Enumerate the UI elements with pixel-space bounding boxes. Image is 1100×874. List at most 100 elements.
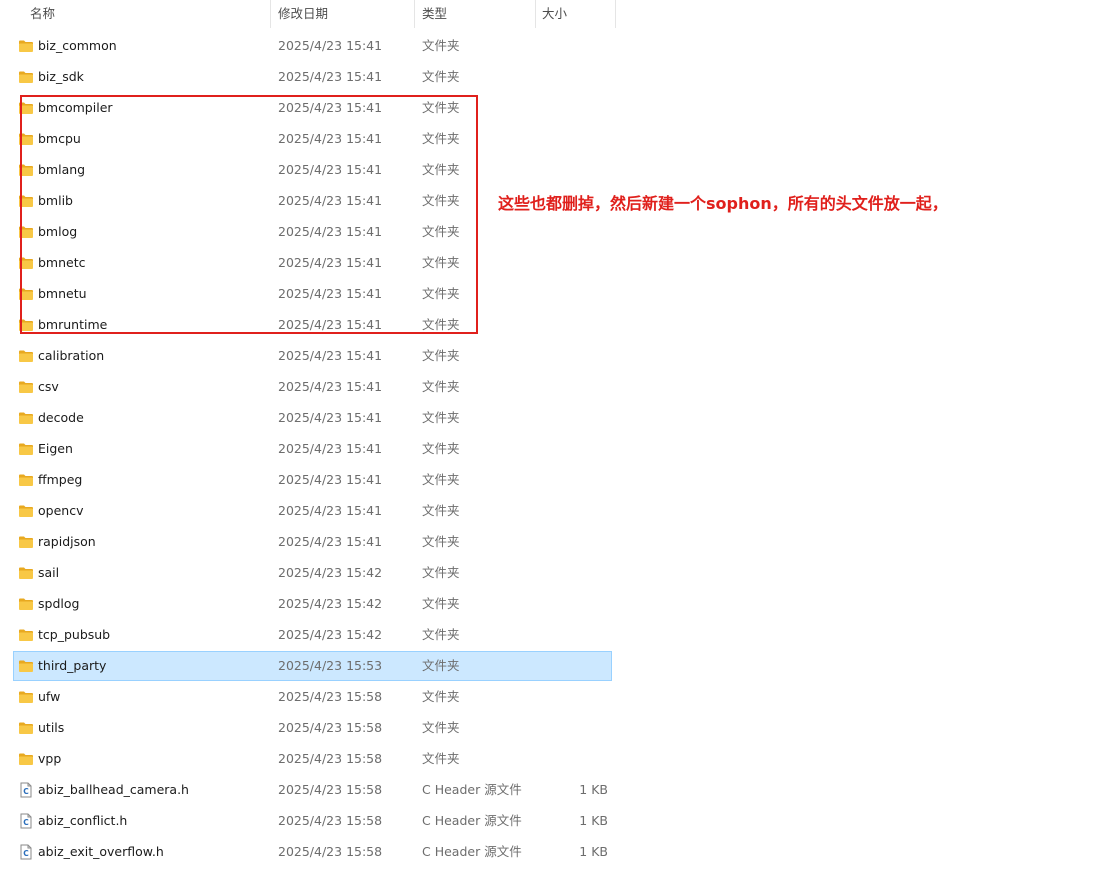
file-modified-date: 2025/4/23 15:41	[278, 441, 383, 456]
file-row[interactable]: sail 2025/4/23 15:42 文件夹	[14, 559, 611, 587]
file-type: 文件夹	[422, 38, 460, 53]
file-type: 文件夹	[422, 751, 460, 766]
file-type: 文件夹	[422, 565, 460, 580]
file-name: abiz_ballhead_camera.h	[38, 782, 189, 797]
file-name: rapidjson	[38, 534, 96, 549]
file-type: 文件夹	[422, 410, 460, 425]
file-name: Eigen	[38, 441, 73, 456]
file-type: 文件夹	[422, 69, 460, 84]
file-modified-date: 2025/4/23 15:42	[278, 596, 383, 611]
file-row[interactable]: biz_sdk 2025/4/23 15:41 文件夹	[14, 63, 611, 91]
file-modified-date: 2025/4/23 15:58	[278, 782, 383, 797]
annotation-highlight-box	[20, 95, 478, 334]
folder-icon	[18, 658, 34, 674]
column-divider[interactable]	[615, 0, 616, 28]
file-row[interactable]: utils 2025/4/23 15:58 文件夹	[14, 714, 611, 742]
folder-icon	[18, 627, 34, 643]
file-modified-date: 2025/4/23 15:41	[278, 503, 383, 518]
file-name: abiz_conflict.h	[38, 813, 128, 828]
file-name: vpp	[38, 751, 62, 766]
folder-icon	[18, 379, 34, 395]
file-type: 文件夹	[422, 658, 460, 673]
file-type: 文件夹	[422, 534, 460, 549]
svg-text:C: C	[23, 787, 29, 796]
file-size: 1 KB	[579, 844, 608, 859]
file-name: spdlog	[38, 596, 80, 611]
file-name: sail	[38, 565, 60, 580]
file-modified-date: 2025/4/23 15:41	[278, 379, 383, 394]
file-row[interactable]: Cabiz_ballhead_camera.h 2025/4/23 15:58 C …	[14, 776, 611, 804]
file-size: 1 KB	[579, 782, 608, 797]
file-row[interactable]: third_party 2025/4/23 15:53 文件夹	[13, 651, 612, 681]
file-row[interactable]: calibration 2025/4/23 15:41 文件夹	[14, 342, 611, 370]
file-name: tcp_pubsub	[38, 627, 111, 642]
file-modified-date: 2025/4/23 15:58	[278, 751, 383, 766]
annotation-text: 这些也都删掉，然后新建一个sophon，所有的头文件放一起，	[498, 194, 948, 213]
file-row[interactable]: ffmpeg 2025/4/23 15:41 文件夹	[14, 466, 611, 494]
file-type: 文件夹	[422, 348, 460, 363]
file-modified-date: 2025/4/23 15:42	[278, 627, 383, 642]
file-row[interactable]: csv 2025/4/23 15:41 文件夹	[14, 373, 611, 401]
column-header-size[interactable]: 大小	[542, 0, 567, 28]
file-modified-date: 2025/4/23 15:41	[278, 348, 383, 363]
file-row[interactable]: rapidjson 2025/4/23 15:41 文件夹	[14, 528, 611, 556]
folder-icon	[18, 410, 34, 426]
folder-icon	[18, 720, 34, 736]
file-modified-date: 2025/4/23 15:41	[278, 69, 383, 84]
column-divider[interactable]	[414, 0, 415, 28]
folder-icon	[18, 751, 34, 767]
file-row[interactable]: vpp 2025/4/23 15:58 文件夹	[14, 745, 611, 773]
file-type: 文件夹	[422, 689, 460, 704]
svg-text:C: C	[23, 818, 29, 827]
file-modified-date: 2025/4/23 15:58	[278, 720, 383, 735]
folder-icon	[18, 38, 34, 54]
folder-icon	[18, 596, 34, 612]
file-row[interactable]: opencv 2025/4/23 15:41 文件夹	[14, 497, 611, 525]
folder-icon	[18, 348, 34, 364]
file-row[interactable]: ufw 2025/4/23 15:58 文件夹	[14, 683, 611, 711]
file-size: 1 KB	[579, 813, 608, 828]
folder-icon	[18, 689, 34, 705]
file-type: C Header 源文件	[422, 782, 522, 797]
column-header-name[interactable]: 名称	[30, 0, 55, 28]
file-name: ffmpeg	[38, 472, 83, 487]
column-header-date[interactable]: 修改日期	[278, 0, 328, 28]
folder-icon	[18, 503, 34, 519]
file-type: 文件夹	[422, 720, 460, 735]
column-divider[interactable]	[270, 0, 271, 28]
folder-icon	[18, 441, 34, 457]
column-header-type[interactable]: 类型	[422, 0, 447, 28]
file-modified-date: 2025/4/23 15:41	[278, 472, 383, 487]
file-row[interactable]: Eigen 2025/4/23 15:41 文件夹	[14, 435, 611, 463]
file-type: 文件夹	[422, 472, 460, 487]
file-name: abiz_exit_overflow.h	[38, 844, 164, 859]
c-header-file-icon: C	[18, 844, 34, 860]
file-name: csv	[38, 379, 59, 394]
file-modified-date: 2025/4/23 15:58	[278, 689, 383, 704]
svg-text:C: C	[23, 849, 29, 858]
file-name: decode	[38, 410, 84, 425]
file-type: 文件夹	[422, 441, 460, 456]
c-header-file-icon: C	[18, 782, 34, 798]
file-row[interactable]: biz_common 2025/4/23 15:41 文件夹	[14, 32, 611, 60]
file-modified-date: 2025/4/23 15:58	[278, 813, 383, 828]
c-header-file-icon: C	[18, 813, 34, 829]
file-name: third_party	[38, 658, 107, 673]
file-name: utils	[38, 720, 65, 735]
file-row[interactable]: tcp_pubsub 2025/4/23 15:42 文件夹	[14, 621, 611, 649]
file-type: C Header 源文件	[422, 844, 522, 859]
file-name: biz_common	[38, 38, 117, 53]
file-modified-date: 2025/4/23 15:58	[278, 844, 383, 859]
column-divider[interactable]	[535, 0, 536, 28]
file-row[interactable]: Cabiz_exit_overflow.h 2025/4/23 15:58 C He…	[14, 838, 611, 866]
file-name: biz_sdk	[38, 69, 84, 84]
file-row[interactable]: spdlog 2025/4/23 15:42 文件夹	[14, 590, 611, 618]
folder-icon	[18, 534, 34, 550]
folder-icon	[18, 69, 34, 85]
file-name: ufw	[38, 689, 61, 704]
file-row[interactable]: Cabiz_conflict.h 2025/4/23 15:58 C Header …	[14, 807, 611, 835]
file-type: C Header 源文件	[422, 813, 522, 828]
file-modified-date: 2025/4/23 15:42	[278, 565, 383, 580]
sort-ascending-icon: ^	[141, 0, 153, 6]
file-row[interactable]: decode 2025/4/23 15:41 文件夹	[14, 404, 611, 432]
